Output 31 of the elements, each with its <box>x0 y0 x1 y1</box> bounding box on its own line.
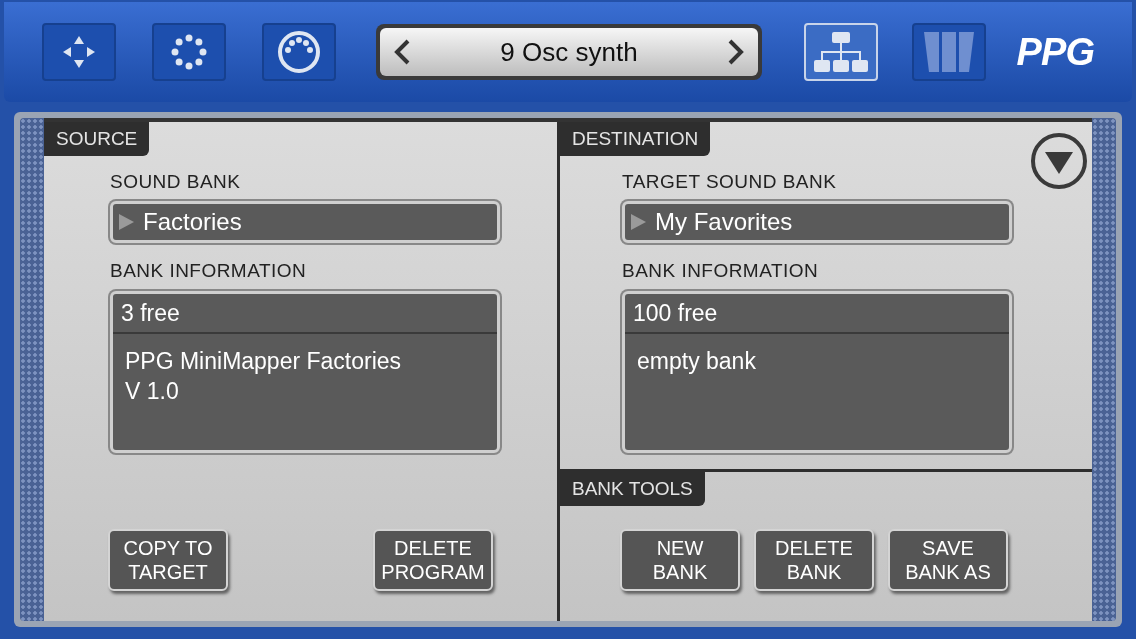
triangle-right-icon <box>117 212 135 231</box>
midi-port-icon <box>277 30 321 74</box>
logo: PPG <box>1016 29 1094 75</box>
action-button[interactable]: NEW BANK <box>620 529 740 591</box>
program-selector[interactable]: 9 Osc synth <box>376 24 762 80</box>
dot-ring-icon <box>169 32 209 72</box>
action-button[interactable]: SAVE BANK AS <box>888 529 1008 591</box>
toolbar-button[interactable] <box>152 23 226 81</box>
bank-dropdown[interactable]: My Favorites <box>622 200 1012 243</box>
info-text: PPG MiniMapper Factories <box>125 347 403 376</box>
field-label: BANK INFORMATION <box>622 259 819 281</box>
field-label: SOUND BANK <box>110 170 242 194</box>
free-count: 3 free <box>113 294 497 334</box>
info-text: V 1.0 <box>125 377 180 406</box>
action-button[interactable]: DELETE BANK <box>754 529 874 591</box>
info-text: empty bank <box>637 347 757 376</box>
action-button[interactable]: COPY TO TARGET <box>108 529 228 591</box>
free-count: 100 free <box>625 294 1009 334</box>
down-triangle-button-icon[interactable] <box>1030 132 1088 190</box>
action-button[interactable]: DELETE PROGRAM <box>373 529 493 591</box>
chevron-left-icon[interactable] <box>392 38 412 66</box>
toolbar-button[interactable] <box>42 23 116 81</box>
bars-icon <box>921 30 977 74</box>
program-name: 9 Osc synth <box>500 35 638 69</box>
bank-dropdown[interactable]: Factories <box>110 200 500 243</box>
toolbar-button[interactable] <box>262 23 336 81</box>
field-label: BANK INFORMATION <box>110 259 307 281</box>
field-label: TARGET SOUND BANK <box>622 170 838 194</box>
chevron-right-icon[interactable] <box>726 38 746 66</box>
triangle-right-icon <box>629 212 647 231</box>
hierarchy-icon <box>813 30 869 74</box>
